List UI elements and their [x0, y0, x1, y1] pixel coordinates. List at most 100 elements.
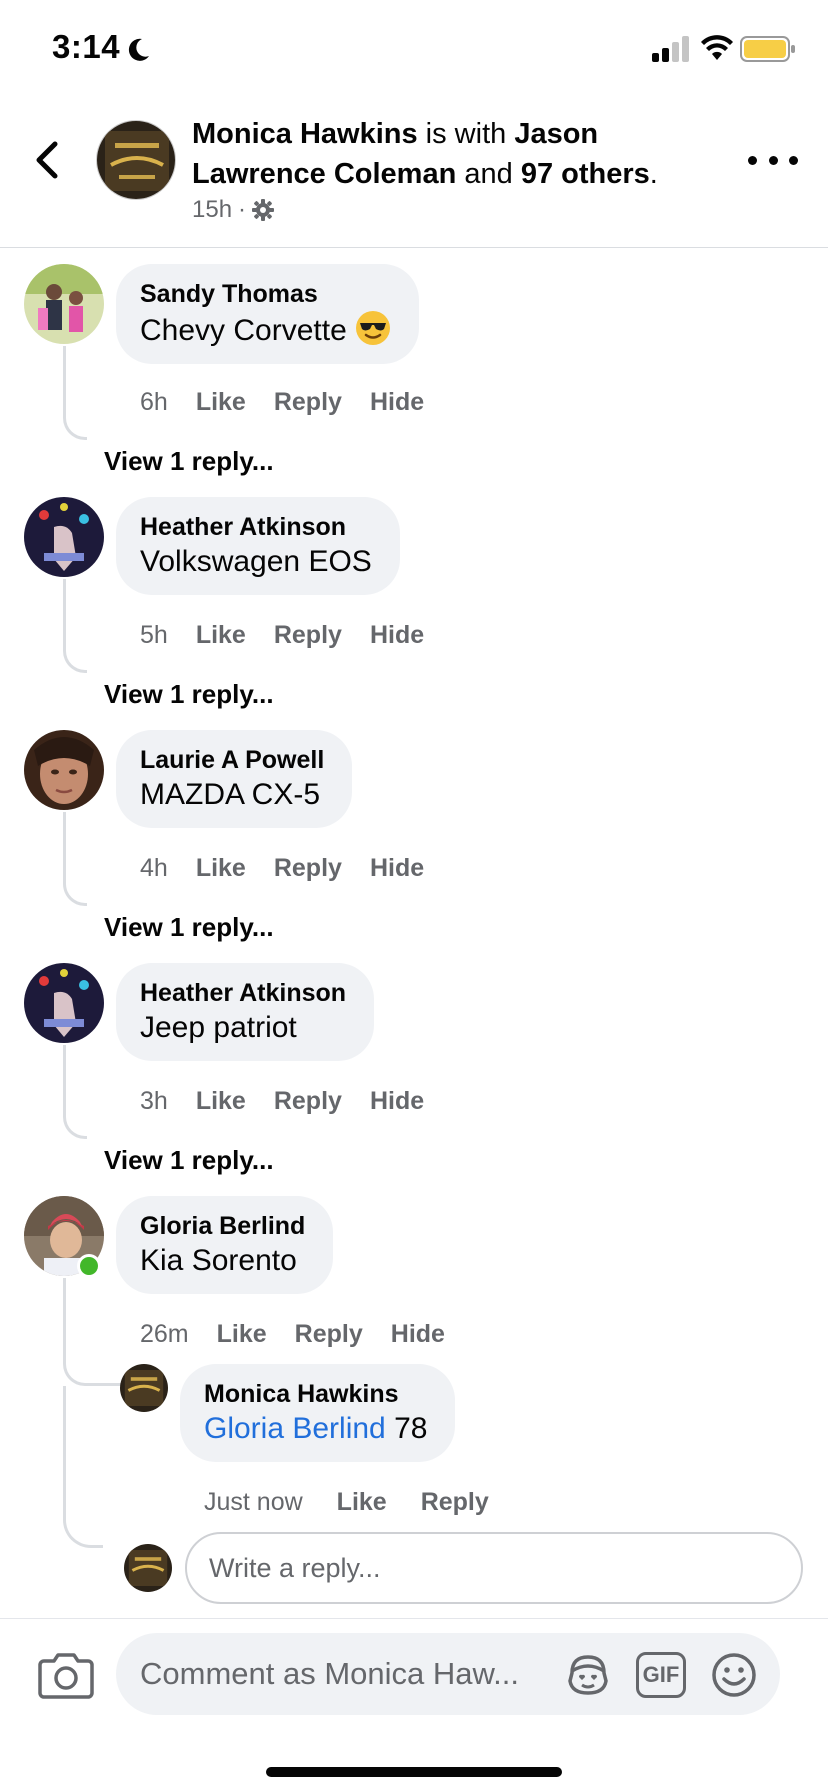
- comment-time[interactable]: 4h: [140, 854, 168, 883]
- others-link[interactable]: 97 others: [521, 158, 650, 190]
- thread-line: [63, 1386, 103, 1548]
- reply-time[interactable]: Just now: [204, 1488, 303, 1517]
- author-avatar[interactable]: [96, 120, 176, 200]
- hide-button[interactable]: Hide: [370, 854, 424, 883]
- like-button[interactable]: Like: [337, 1488, 387, 1517]
- with-text: is with: [417, 118, 515, 150]
- view-replies-link[interactable]: View 1 reply...: [104, 446, 274, 477]
- comment-time[interactable]: 6h: [140, 388, 168, 417]
- status-bar: 3:14: [0, 0, 828, 100]
- more-dot-icon: [748, 155, 757, 165]
- comment-text: Volkswagen EOS: [140, 545, 372, 578]
- like-button[interactable]: Like: [196, 621, 246, 650]
- commenter-avatar[interactable]: [24, 264, 104, 344]
- thread-line: [63, 346, 87, 440]
- online-status-indicator: [77, 1254, 101, 1278]
- current-user-avatar: [124, 1544, 172, 1592]
- comment-actions: 3h Like Reply Hide: [140, 1087, 424, 1116]
- like-button[interactable]: Like: [196, 388, 246, 417]
- meta-separator: ·: [238, 196, 247, 223]
- status-time: 3:14: [52, 28, 121, 65]
- reply-bubble[interactable]: Monica Hawkins Gloria Berlind 78: [180, 1364, 456, 1462]
- like-button[interactable]: Like: [196, 1087, 246, 1116]
- comment-bubble[interactable]: Sandy Thomas Chevy Corvette: [116, 264, 419, 364]
- avatar-sticker-icon[interactable]: [564, 1651, 612, 1699]
- battery-icon: [740, 36, 795, 62]
- reply-button[interactable]: Reply: [274, 388, 342, 417]
- thread-line: [63, 1045, 87, 1139]
- avatar-image: [124, 1544, 172, 1592]
- comment-time[interactable]: 3h: [140, 1087, 168, 1116]
- gear-icon: [252, 199, 275, 221]
- more-options-button[interactable]: [748, 150, 798, 170]
- commenter-name[interactable]: Heather Atkinson: [140, 511, 372, 543]
- comment-bubble[interactable]: Heather Atkinson Volkswagen EOS: [116, 497, 400, 595]
- commenter-avatar[interactable]: [24, 730, 104, 810]
- reply-button[interactable]: Reply: [274, 621, 342, 650]
- more-dot-icon: [789, 155, 798, 165]
- wifi-icon: [701, 35, 733, 60]
- hide-button[interactable]: Hide: [370, 388, 424, 417]
- reply-button[interactable]: Reply: [274, 854, 342, 883]
- author-name[interactable]: Monica Hawkins: [192, 118, 418, 150]
- comment-composer: Comment as Monica Haw... GIF: [0, 1618, 828, 1792]
- and-text: and: [456, 158, 521, 190]
- commenter-name[interactable]: Sandy Thomas: [140, 278, 391, 310]
- comment-bubble[interactable]: Gloria Berlind Kia Sorento: [116, 1196, 334, 1294]
- like-button[interactable]: Like: [217, 1320, 267, 1349]
- comment-actions: 5h Like Reply Hide: [140, 621, 424, 650]
- avatar-image: [24, 497, 104, 577]
- commenter-name[interactable]: Gloria Berlind: [140, 1210, 305, 1242]
- commenter-name[interactable]: Heather Atkinson: [140, 977, 346, 1009]
- comment-text: Kia Sorento: [140, 1244, 297, 1277]
- view-replies-link[interactable]: View 1 reply...: [104, 679, 274, 710]
- write-reply-input[interactable]: Write a reply...: [185, 1532, 803, 1604]
- thread-line: [63, 812, 87, 906]
- camera-icon[interactable]: [38, 1649, 94, 1701]
- reply-button[interactable]: Reply: [295, 1320, 363, 1349]
- hide-button[interactable]: Hide: [391, 1320, 445, 1349]
- emoji-icon[interactable]: [710, 1651, 758, 1699]
- cellular-signal-icon: [652, 36, 689, 62]
- comment-time[interactable]: 26m: [140, 1320, 189, 1349]
- comment-text-content: Chevy Corvette: [140, 314, 347, 347]
- comment-bubble[interactable]: Heather Atkinson Jeep patriot: [116, 963, 375, 1061]
- title-period: .: [649, 158, 658, 190]
- comment-actions: 26m Like Reply Hide: [140, 1320, 445, 1349]
- view-replies-link[interactable]: View 1 reply...: [104, 1145, 274, 1176]
- avatar-image: [24, 264, 104, 344]
- commenter-avatar[interactable]: [24, 497, 104, 577]
- view-replies-link[interactable]: View 1 reply...: [104, 912, 274, 943]
- reply-text-content: 78: [385, 1412, 428, 1445]
- avatar-image: [24, 730, 104, 810]
- mention-link[interactable]: Gloria Berlind: [204, 1412, 386, 1445]
- reply-button[interactable]: Reply: [274, 1087, 342, 1116]
- comment-time[interactable]: 5h: [140, 621, 168, 650]
- comments-list: Sandy Thomas Chevy Corvette 6h Like Repl…: [0, 248, 828, 1618]
- thread-line: [63, 1278, 123, 1386]
- home-indicator: [266, 1767, 562, 1777]
- gif-button[interactable]: GIF: [636, 1652, 686, 1698]
- reply-button[interactable]: Reply: [421, 1488, 489, 1517]
- commenter-name[interactable]: Laurie A Powell: [140, 744, 324, 776]
- avatar-image: [120, 1364, 168, 1412]
- reply-author-avatar[interactable]: [120, 1364, 168, 1412]
- reply-actions: Just now Like Reply: [204, 1488, 489, 1517]
- avatar-image: [24, 963, 104, 1043]
- sunglasses-emoji-icon: [355, 311, 390, 345]
- comment-actions: 6h Like Reply Hide: [140, 388, 424, 417]
- back-button[interactable]: [28, 138, 64, 182]
- moon-icon: [128, 38, 149, 61]
- comment-bubble[interactable]: Laurie A Powell MAZDA CX-5: [116, 730, 353, 828]
- post-meta: 15h ·: [192, 196, 275, 224]
- like-button[interactable]: Like: [196, 854, 246, 883]
- comment-actions: 4h Like Reply Hide: [140, 854, 424, 883]
- commenter-avatar[interactable]: [24, 963, 104, 1043]
- avatar-image: [97, 121, 175, 199]
- reply-author-name[interactable]: Monica Hawkins: [204, 1378, 427, 1410]
- comment-text: Chevy Corvette: [140, 310, 391, 350]
- hide-button[interactable]: Hide: [370, 621, 424, 650]
- post-title: Monica Hawkins is with Jason Lawrence Co…: [192, 114, 712, 194]
- post-time[interactable]: 15h: [192, 196, 232, 224]
- hide-button[interactable]: Hide: [370, 1087, 424, 1116]
